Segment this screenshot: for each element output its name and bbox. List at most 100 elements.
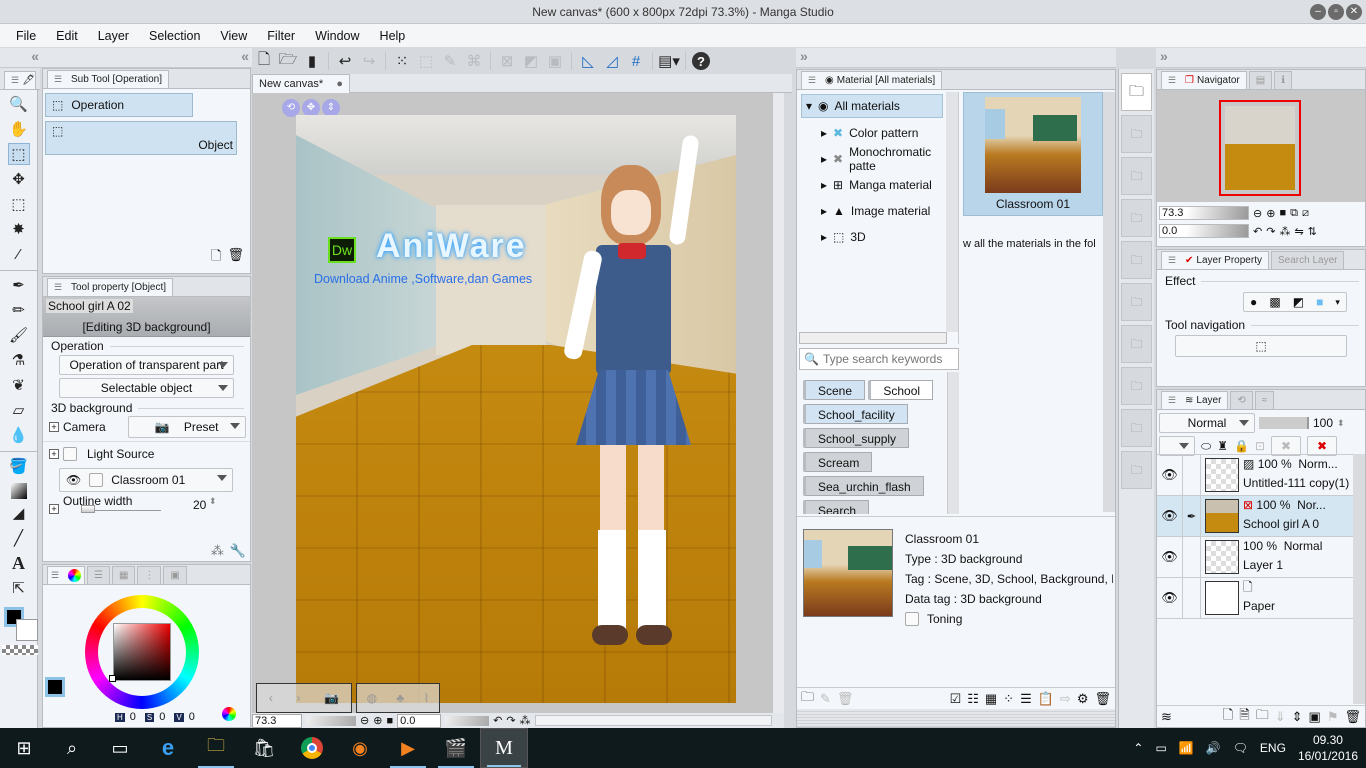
volume-icon[interactable]: 🔊 xyxy=(1206,741,1221,755)
panel-menu-icon[interactable]: ☰ xyxy=(51,567,65,584)
left-dock-collapse[interactable]: « xyxy=(0,48,42,68)
fill-tool-icon[interactable]: 🪣 xyxy=(8,455,30,477)
flip-vertical-icon[interactable]: ⇋ xyxy=(1294,225,1303,238)
tag-scream[interactable]: Scream xyxy=(803,452,873,472)
tab-material[interactable]: ☰ ◉ Material [All materials] xyxy=(801,71,943,89)
panel-menu-icon[interactable]: ☰ xyxy=(1168,252,1182,269)
tag-sea-urchin-flash[interactable]: Sea_urchin_flash xyxy=(803,476,924,496)
tab-layer-property[interactable]: ☰ ✔ Layer Property xyxy=(1161,251,1269,269)
layer-color-icon[interactable]: ◩ xyxy=(1293,295,1304,309)
blend-tool-icon[interactable]: 💧 xyxy=(8,424,30,446)
flip-icon[interactable]: ⇅ xyxy=(1308,225,1317,238)
new-folder-icon[interactable]: 🗀 xyxy=(801,688,814,710)
panel-main-color[interactable] xyxy=(45,677,65,697)
figure-tool-icon[interactable]: ◢ xyxy=(8,502,30,524)
trees-icon[interactable]: ♣ xyxy=(396,691,404,705)
sub-tool-group-operation[interactable]: ⬚ Operation xyxy=(45,93,193,117)
airbrush-tool-icon[interactable]: ⚗ xyxy=(8,349,30,371)
layer-scrollbar[interactable] xyxy=(1353,454,1365,704)
combine-layers-icon[interactable]: ⇕ xyxy=(1292,709,1303,725)
rotate-left-icon[interactable]: ↶ xyxy=(1253,225,1262,238)
clip-layer-icon[interactable]: ⬭ xyxy=(1201,439,1211,454)
store-icon[interactable]: 🛍 xyxy=(240,728,288,768)
rotation-input[interactable]: 0.0 xyxy=(397,713,442,728)
new-vector-layer-icon[interactable]: 🗎 xyxy=(1239,706,1249,728)
zoom-slider[interactable] xyxy=(306,715,356,726)
ruler-icon[interactable]: ◺ xyxy=(578,51,598,71)
material-thumbnail-classroom[interactable]: Classroom 01 xyxy=(963,92,1103,216)
expand-light-button[interactable]: + xyxy=(49,448,59,459)
selectable-object-select[interactable]: Selectable object xyxy=(59,378,234,398)
subtool-dock-collapse[interactable]: « xyxy=(42,48,252,68)
lock-layer-icon[interactable]: 🔒 xyxy=(1234,439,1249,453)
movie-maker-icon[interactable]: 🎬 xyxy=(432,728,480,768)
collapse-right-icon[interactable]: » xyxy=(800,48,808,64)
toning-checkbox[interactable] xyxy=(905,612,919,626)
folder-3d-icon[interactable]: 🗀 xyxy=(1121,409,1152,447)
selection-dots-icon[interactable]: ⁙ xyxy=(392,51,412,71)
material-dock-collapse[interactable]: » xyxy=(796,48,1116,68)
sub-color-swatch[interactable] xyxy=(16,619,38,641)
tag-school-supply[interactable]: School_supply xyxy=(803,428,910,448)
tree-item-image-material[interactable]: ▸ ▲ Image material xyxy=(799,198,958,224)
paste-to-canvas-icon[interactable]: 📋 xyxy=(1038,691,1054,707)
frame-icon[interactable]: ▣ xyxy=(545,51,565,71)
undo-icon[interactable]: ↩ xyxy=(335,51,355,71)
paste-checkbox-icon[interactable]: ☑ xyxy=(950,691,962,707)
expand-camera-button[interactable]: + xyxy=(49,422,59,432)
canvas-artwork[interactable]: Dw AniWare Download Anime ,Software,dan … xyxy=(296,115,736,703)
collapse-left-icon[interactable]: « xyxy=(31,48,39,64)
pencil-tool-icon[interactable]: ✏ xyxy=(8,299,30,321)
tone-effect-icon[interactable]: ▩ xyxy=(1269,295,1280,309)
pen-tool-icon[interactable]: ✒ xyxy=(8,274,30,296)
menu-selection[interactable]: Selection xyxy=(139,29,210,43)
delete-layer-icon[interactable]: 🗑 xyxy=(1344,709,1361,725)
transparent-color-swatch[interactable] xyxy=(2,645,38,655)
saturation-value-square[interactable] xyxy=(113,623,171,681)
outline-stepper-icon[interactable]: ⬍ xyxy=(209,496,217,507)
zoom-in-icon[interactable]: ⊕ xyxy=(1266,207,1275,220)
tag-scene[interactable]: Scene xyxy=(803,380,866,400)
sub-tool-object[interactable]: ⬚ Object xyxy=(45,121,237,155)
fill-selection-icon[interactable]: ◩ xyxy=(521,51,541,71)
menu-layer[interactable]: Layer xyxy=(88,29,139,43)
task-view-button[interactable]: ▭ xyxy=(96,728,144,768)
panel-menu-icon[interactable]: ☰ xyxy=(1168,72,1182,89)
folder-effect-line-icon[interactable]: 🗀 xyxy=(1121,283,1152,321)
list-view-icon[interactable]: ☷ xyxy=(967,691,979,707)
visibility-eye-icon[interactable]: 👁 xyxy=(1157,455,1183,495)
file-explorer-icon[interactable]: 🗀 xyxy=(192,728,240,768)
expand-outline-button[interactable]: + xyxy=(49,504,59,514)
zoom-tool-icon[interactable]: 🔍 xyxy=(8,93,30,115)
edge-icon[interactable]: e xyxy=(144,728,192,768)
tab-sub-view[interactable]: ▤ xyxy=(1248,71,1273,89)
media-player-icon[interactable]: ▶ xyxy=(384,728,432,768)
collapse-right-icon[interactable]: » xyxy=(1160,48,1168,64)
show-hidden-icons-icon[interactable]: ⌃ xyxy=(1133,741,1143,755)
visibility-eye-icon[interactable]: 👁 xyxy=(1157,537,1183,577)
clear-selection-icon[interactable]: ⊠ xyxy=(497,51,517,71)
material-search-input[interactable] xyxy=(822,352,948,366)
tab-tools[interactable]: ☰ 🖋 xyxy=(4,71,36,89)
brush-tool-icon[interactable]: 🖌 xyxy=(8,324,30,346)
tag-scrollbar[interactable] xyxy=(947,372,959,514)
tree-item-monochromatic-pattern[interactable]: ▸ ✖ Monochromatic patte xyxy=(799,145,958,173)
visibility-eye-icon[interactable]: 👁 xyxy=(1157,578,1183,618)
tab-intermediate-color[interactable]: ⋮ xyxy=(137,566,162,584)
folder-image-icon[interactable]: 🗀 xyxy=(1121,325,1152,363)
close-tab-icon[interactable]: ● xyxy=(336,76,343,93)
move-tool-icon[interactable]: ✥ xyxy=(8,168,30,190)
previous-angle-icon[interactable]: ‹ xyxy=(269,691,273,705)
sphere-icon[interactable]: ◍ xyxy=(367,691,377,705)
delete-material-icon[interactable]: 🗑 xyxy=(1094,691,1111,707)
opacity-stepper-icon[interactable]: ⬍ xyxy=(1337,418,1345,429)
correct-line-tool-icon[interactable]: ⇱ xyxy=(8,577,30,599)
menu-edit[interactable]: Edit xyxy=(46,29,88,43)
eyedropper-tool-icon[interactable]: ⁄ xyxy=(8,243,30,265)
reset-rotation-icon[interactable]: ⁂ xyxy=(1279,225,1290,238)
eraser-tool-icon[interactable]: ▱ xyxy=(8,399,30,421)
tree-item-all-materials[interactable]: ▾ ◉ All materials xyxy=(801,94,943,118)
folder-character-icon[interactable]: 🗀 xyxy=(1121,451,1152,489)
edit-material-icon[interactable]: ✎ xyxy=(820,691,831,707)
new-sub-tool-icon[interactable]: 🗋 xyxy=(211,247,221,269)
